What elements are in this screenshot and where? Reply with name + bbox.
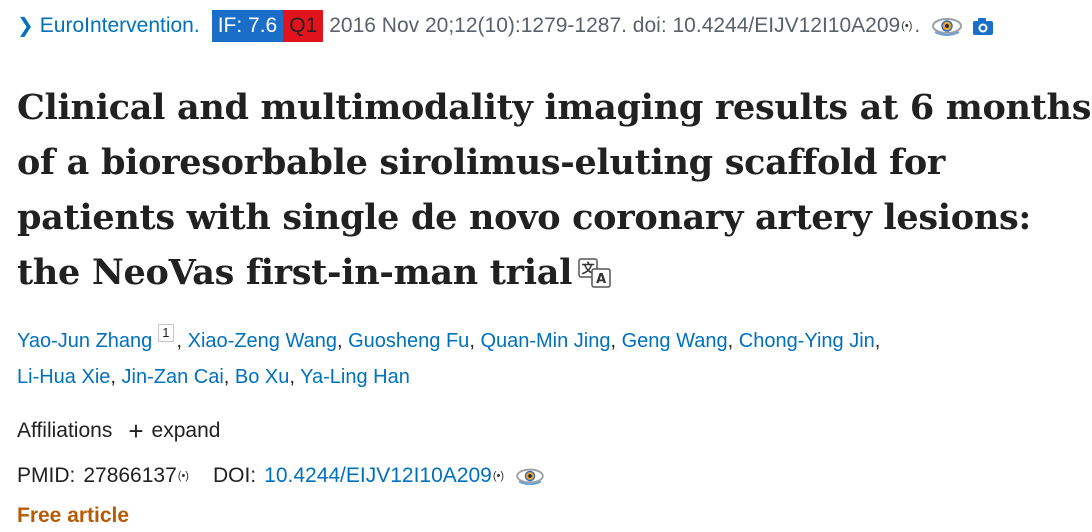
chevron-right-icon: ❯ [17,15,34,37]
author-link[interactable]: Xiao-Zeng Wang [188,330,337,352]
radar-icon: (•) [492,470,505,482]
radar-icon: (•) [901,20,913,32]
pmid-label: PMID: [17,464,76,487]
radar-icon: (•) [177,470,189,482]
citation-line: ❯ EuroIntervention. IF: 7.6 Q1 2016 Nov … [17,10,994,42]
affiliations-row: Affiliations + expand [17,414,220,448]
author-link[interactable]: Chong-Ying Jin [739,330,875,352]
author-separator: , [223,366,230,388]
author-link[interactable]: Guosheng Fu [348,330,469,352]
author-list: Yao-Jun Zhang 1, Xiao-Zeng Wang, Guosheng… [17,323,1087,395]
doi-link[interactable]: 10.4244/EIJV12I10A209 [264,464,492,488]
citation-reference: 2016 Nov 20;12(10):1279-1287. doi: 10.42… [329,14,901,37]
author-separator: , [289,366,295,388]
author-link[interactable]: Ya-Ling Han [300,366,410,388]
author-link[interactable]: Geng Wang [622,330,728,352]
affiliations-label: Affiliations [17,419,113,442]
eye-preview-icon[interactable] [514,465,546,487]
impact-factor-badge: IF: 7.6 [211,10,284,42]
author-separator: , [727,330,734,352]
expand-label: expand [151,419,221,442]
affiliation-marker[interactable]: 1 [158,324,174,342]
author-link[interactable]: Yao-Jun Zhang [17,330,152,352]
journal-name: EuroIntervention. [39,14,200,37]
author-separator: , [874,330,881,352]
expand-affiliations-button[interactable]: + expand [128,416,221,446]
author-separator: , [610,330,617,352]
eye-preview-icon[interactable] [930,14,964,38]
free-article-label: Free article [17,504,130,527]
svg-text:A: A [596,272,606,287]
translate-icon[interactable]: 文 A [578,249,612,288]
article-title: Clinical and multimodality imaging resul… [17,80,1092,300]
identifiers-row: PMID: 27866137 (•) DOI: 10.4244/EIJV12I1… [17,458,546,494]
author-link[interactable]: Quan-Min Jing [480,330,610,352]
pmid-value: 27866137 [83,464,177,487]
citation-period: . [914,14,921,37]
plus-icon: + [128,416,144,446]
author-separator: , [469,330,475,352]
author-separator: , [176,330,183,352]
author-separator: , [110,366,116,388]
author-separator: , [336,330,343,352]
author-link[interactable]: Li-Hua Xie [17,366,110,388]
article-title-text: Clinical and multimodality imaging resul… [17,87,1092,293]
quartile-badge: Q1 [283,10,324,42]
author-link[interactable]: Jin-Zan Cai [122,366,224,388]
doi-label: DOI: [212,464,257,487]
author-link[interactable]: Bo Xu [235,366,289,388]
camera-icon[interactable] [972,15,994,37]
journal-link[interactable]: ❯ EuroIntervention. [17,10,200,42]
